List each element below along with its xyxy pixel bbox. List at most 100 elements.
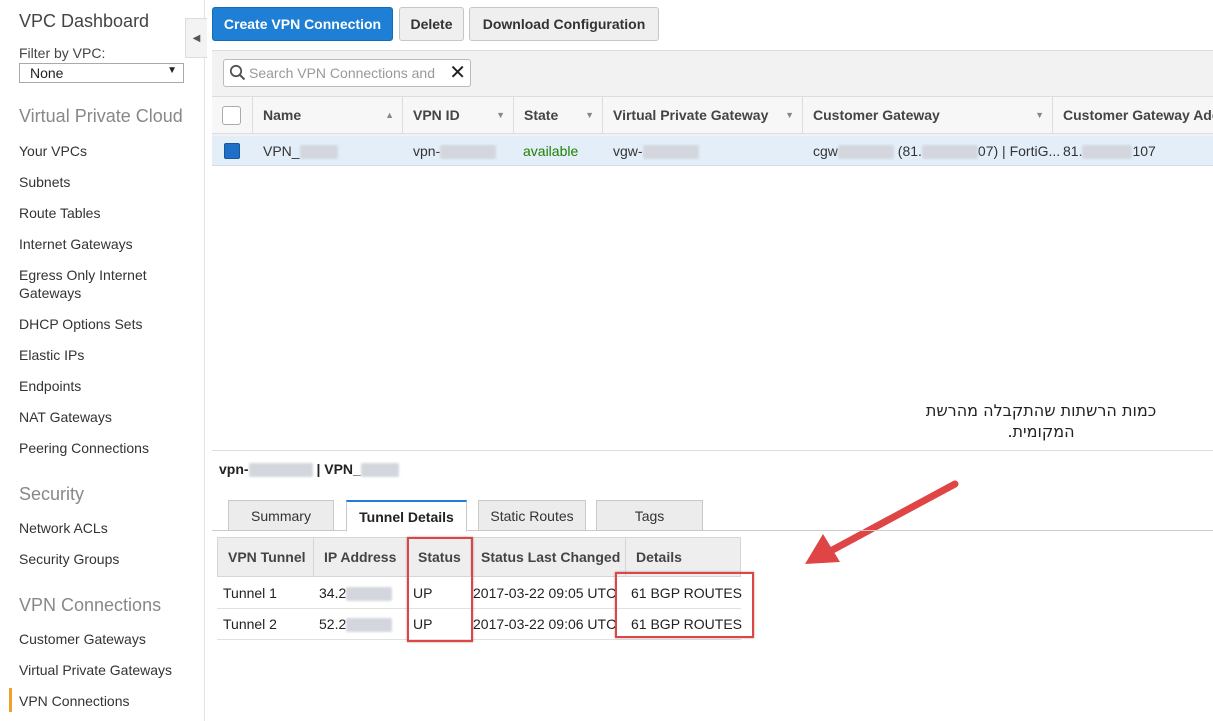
column-header-name[interactable]: Name ▲ [252,97,402,134]
status-highlight-box [407,537,473,642]
redacted-mask [248,463,313,478]
search-placeholder: Search VPN Connections and [249,65,435,81]
download-configuration-button[interactable]: Download Configuration [469,7,659,41]
chevron-down-icon: ▼ [1035,110,1044,120]
chevron-down-icon: ▼ [785,110,794,120]
cell-text: vpn- [413,143,441,159]
collapse-sidebar-button[interactable]: ◀ [185,18,207,58]
sidebar-item-security-groups[interactable]: Security Groups [19,550,119,568]
sidebar-item-nat-gateways[interactable]: NAT Gateways [19,408,112,426]
cell-status-last-changed: 2017-03-22 09:05 UTC+2 [473,585,617,601]
grid-header: Name ▲ VPN ID ▼ State ▼ Virtual Private … [212,96,1213,134]
sidebar-item-customer-gateways[interactable]: Customer Gateways [19,630,146,648]
sidebar-item-your-vpcs[interactable]: Your VPCs [19,142,87,160]
cell-vpn-id: vpn- [413,143,497,160]
cell-text: 52.2 [319,616,347,632]
panel-divider[interactable] [212,450,1213,451]
sidebar-title[interactable]: VPC Dashboard [19,11,149,32]
cell-state: available [523,143,579,159]
cell-tunnel: Tunnel 1 [223,585,277,601]
clear-search-icon[interactable]: ✕ [449,63,466,83]
sidebar-item-peering-connections[interactable]: Peering Connections [19,439,149,457]
chevron-down-icon: ▼ [585,110,594,120]
sort-asc-icon: ▲ [385,110,394,120]
redacted-mask [360,463,399,478]
sidebar-item-dhcp-options-sets[interactable]: DHCP Options Sets [19,315,142,333]
redacted-mask [921,145,978,160]
cell-text: vgw- [613,143,643,159]
column-header-label: VPN ID [413,107,460,123]
cell-ip-address: 34.2 [319,585,393,602]
redacted-mask [346,618,393,633]
column-header-label: Virtual Private Gateway [613,107,769,123]
select-all-checkbox[interactable] [222,106,241,125]
redacted-mask [440,145,497,160]
table-row[interactable]: VPN_ vpn- available vgw- cgw (81. 07) | F… [212,136,1213,166]
section-virtual-private-cloud: Virtual Private Cloud [19,106,183,126]
sidebar-item-subnets[interactable]: Subnets [19,173,70,191]
tab-tags[interactable]: Tags [596,500,703,531]
cell-customer-gateway-address: 81. 107 [1063,143,1156,160]
sidebar-item-vpn-connections[interactable]: VPN Connections [19,692,130,710]
column-header-label: Customer Gateway [813,107,940,123]
tab-static-routes[interactable]: Static Routes [478,500,586,531]
sidebar-item-endpoints[interactable]: Endpoints [19,377,81,395]
column-header-status-last-changed: Status Last Changed [470,537,626,577]
section-security: Security [19,484,85,504]
column-header-virtual-private-gateway[interactable]: Virtual Private Gateway ▼ [602,97,802,134]
delete-button[interactable]: Delete [399,7,464,41]
chevron-down-icon: ▼ [167,65,177,76]
detail-title-text: | VPN_ [316,461,361,477]
sidebar-item-virtual-private-gateways[interactable]: Virtual Private Gateways [19,661,172,679]
column-header-label: Customer Gateway Addr [1063,107,1213,123]
section-vpn-connections: VPN Connections [19,595,162,615]
detail-title: vpn- | VPN_ [219,461,399,478]
sidebar: VPC Dashboard Filter by VPC: None ▼ Virt… [0,0,205,721]
cell-vgw: vgw- [613,143,699,160]
redacted-mask [837,145,894,160]
cell-text: cgw [813,143,838,159]
cell-tunnel: Tunnel 2 [223,616,277,632]
column-header-customer-gateway[interactable]: Customer Gateway ▼ [802,97,1052,134]
cell-status-last-changed: 2017-03-22 09:06 UTC+2 [473,616,617,632]
tab-tunnel-details[interactable]: Tunnel Details [346,500,467,532]
details-highlight-box [615,572,754,638]
redacted-mask [1082,145,1133,160]
column-header-label: State [524,107,559,123]
cell-text: 81. [1063,143,1083,159]
redacted-mask [299,145,338,160]
redacted-mask [642,145,699,160]
sidebar-item-elastic-ips[interactable]: Elastic IPs [19,346,84,364]
redacted-mask [346,587,393,602]
vpc-filter-select[interactable]: None ▼ [19,63,184,83]
column-header-details: Details [625,537,741,577]
create-vpn-connection-button[interactable]: Create VPN Connection [212,7,393,41]
column-header-vpn-tunnel: VPN Tunnel [217,537,314,577]
sidebar-item-internet-gateways[interactable]: Internet Gateways [19,235,133,253]
cell-text: (81. [897,143,922,159]
filter-label: Filter by VPC: [19,45,106,61]
chevron-down-icon: ▼ [496,110,505,120]
column-header-ip-address: IP Address [313,537,408,577]
column-header-vpn-id[interactable]: VPN ID ▼ [402,97,513,134]
cell-text: VPN_ [263,143,300,159]
column-header-label: Name [263,107,302,123]
vpc-filter-value: None [30,65,64,81]
sidebar-item-egress-only-internet-gateways[interactable]: Egress Only Internet Gateways [19,266,189,302]
detail-title-text: vpn- [219,461,249,477]
cell-text: 07) | FortiG... [977,143,1061,159]
search-input[interactable]: Search VPN Connections and ✕ [223,59,471,87]
cell-ip-address: 52.2 [319,616,393,633]
chevron-left-icon: ◀ [192,33,201,44]
cell-text: 107 [1132,143,1156,159]
column-header-customer-gateway-address[interactable]: Customer Gateway Addr [1052,97,1213,134]
column-header-state[interactable]: State ▼ [513,97,602,134]
row-checkbox[interactable] [224,143,240,159]
sidebar-item-route-tables[interactable]: Route Tables [19,204,100,222]
tab-summary[interactable]: Summary [228,500,334,531]
cell-customer-gateway: cgw (81. 07) | FortiG... [813,143,1061,160]
search-icon [229,64,246,81]
active-indicator [9,688,12,712]
sidebar-item-network-acls[interactable]: Network ACLs [19,519,108,537]
cell-text: 34.2 [319,585,347,601]
